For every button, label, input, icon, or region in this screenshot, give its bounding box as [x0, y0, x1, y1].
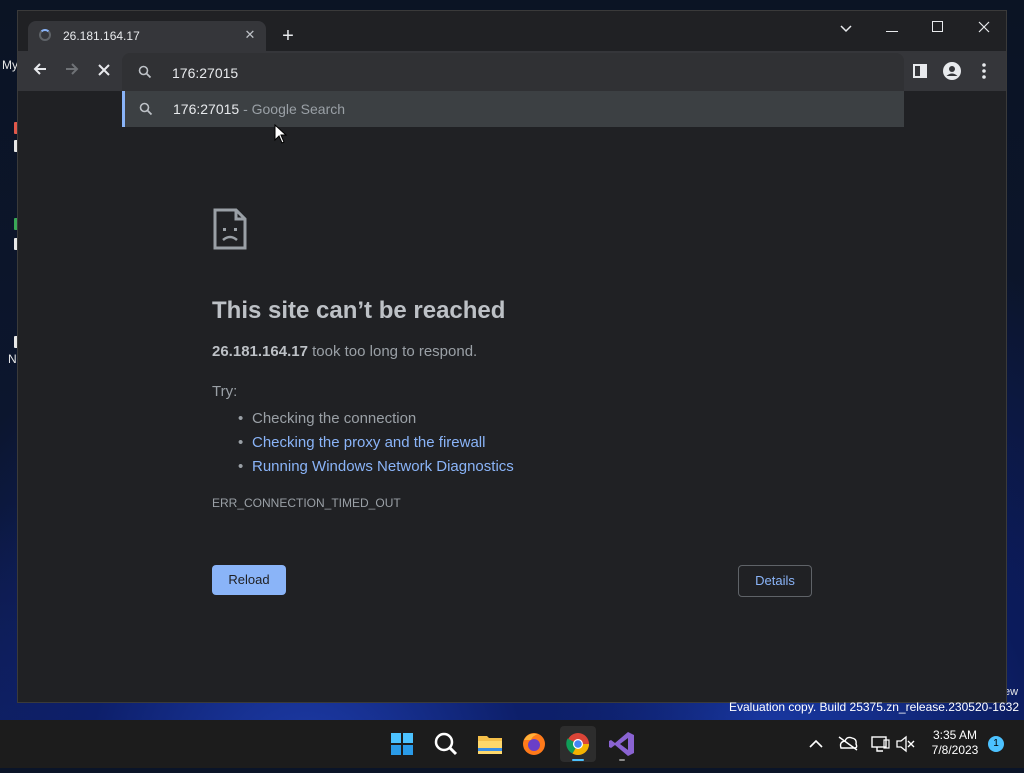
- search-icon: [139, 102, 153, 116]
- evaluation-watermark: Evaluation copy. Build 25375.zn_release.…: [729, 700, 1019, 714]
- visual-studio-icon[interactable]: [604, 726, 640, 762]
- chrome-icon[interactable]: [560, 726, 596, 762]
- firefox-icon[interactable]: [516, 726, 552, 762]
- address-bar[interactable]: 176:27015: [122, 53, 904, 91]
- network-icon[interactable]: [868, 720, 892, 768]
- volume-muted-icon[interactable]: [894, 720, 916, 768]
- desktop-label[interactable]: N: [8, 352, 17, 366]
- tab-search-button[interactable]: [823, 13, 869, 43]
- windows-start-icon[interactable]: [384, 726, 420, 762]
- browser-tab[interactable]: 26.181.164.17 ✕: [28, 21, 266, 51]
- suggestion-item: Checking the connection: [232, 407, 514, 431]
- file-explorer-icon[interactable]: [472, 726, 508, 762]
- clock-time: 3:35 AM: [932, 728, 978, 742]
- show-hidden-icons-button[interactable]: [806, 720, 826, 768]
- details-button[interactable]: Details: [738, 565, 812, 597]
- error-page: This site can’t be reached 26.181.164.17…: [18, 91, 1006, 702]
- error-host: 26.181.164.17: [212, 343, 308, 360]
- forward-button[interactable]: [58, 57, 86, 85]
- sad-page-icon: [213, 208, 247, 250]
- tab-title: 26.181.164.17: [63, 29, 140, 43]
- search-icon[interactable]: [428, 726, 464, 762]
- notification-badge[interactable]: 1: [988, 736, 1004, 752]
- clock[interactable]: 3:35 AM 7/8/2023: [920, 728, 990, 758]
- profile-button[interactable]: [942, 61, 962, 81]
- chevron-up-icon: [809, 739, 823, 748]
- omnibox-suggestion[interactable]: 176:27015 - Google Search: [122, 91, 904, 127]
- close-icon: [978, 21, 990, 33]
- maximize-button[interactable]: [915, 13, 961, 43]
- suggestion-query: 176:27015: [173, 101, 240, 117]
- title-bar: 26.181.164.17 ✕ +: [18, 11, 1006, 51]
- maximize-icon: [932, 21, 943, 32]
- back-button[interactable]: [26, 57, 54, 85]
- address-input[interactable]: 176:27015: [172, 65, 238, 81]
- side-panel-button[interactable]: [910, 61, 930, 81]
- suggestion-suffix: - Google Search: [239, 101, 346, 117]
- desktop-label[interactable]: My: [2, 58, 18, 72]
- side-panel-icon: [913, 64, 927, 78]
- suggestion-link-proxy-firewall[interactable]: Checking the proxy and the firewall: [232, 431, 514, 455]
- loading-spinner-icon: [39, 29, 51, 41]
- stop-loading-button[interactable]: [90, 57, 118, 85]
- chevron-down-icon: [840, 25, 852, 33]
- close-icon: [98, 64, 110, 76]
- error-message-text: took too long to respond.: [307, 343, 478, 360]
- taskbar: 3:35 AM 7/8/2023: [0, 720, 1024, 768]
- kebab-menu-icon: [982, 63, 986, 79]
- onedrive-offline-icon[interactable]: [836, 720, 860, 768]
- close-window-button[interactable]: [961, 13, 1006, 43]
- browser-window: 26.181.164.17 ✕ + 176:27015 This site ca…: [17, 10, 1007, 703]
- clock-date: 7/8/2023: [931, 743, 979, 757]
- error-message: 26.181.164.17 took too long to respond.: [212, 343, 477, 360]
- tab-close-icon[interactable]: ✕: [242, 27, 258, 43]
- arrow-right-icon: [66, 63, 79, 75]
- toolbar: 176:27015: [18, 51, 1006, 91]
- suggestion-text: 176:27015 - Google Search: [173, 101, 345, 117]
- suggestion-list: Checking the connection Checking the pro…: [232, 407, 514, 479]
- error-title: This site can’t be reached: [212, 297, 506, 324]
- profile-icon: [943, 62, 961, 80]
- mouse-cursor-icon: [274, 124, 288, 144]
- minimize-button[interactable]: [869, 13, 915, 43]
- reload-button[interactable]: Reload: [212, 565, 286, 595]
- search-icon: [138, 65, 152, 79]
- suggestion-link-network-diagnostics[interactable]: Running Windows Network Diagnostics: [232, 455, 514, 479]
- error-code: ERR_CONNECTION_TIMED_OUT: [212, 496, 401, 510]
- try-label: Try:: [212, 383, 238, 400]
- arrow-left-icon: [33, 63, 46, 75]
- minimize-icon: [886, 31, 898, 32]
- new-tab-button[interactable]: +: [276, 25, 300, 49]
- menu-button[interactable]: [974, 61, 994, 81]
